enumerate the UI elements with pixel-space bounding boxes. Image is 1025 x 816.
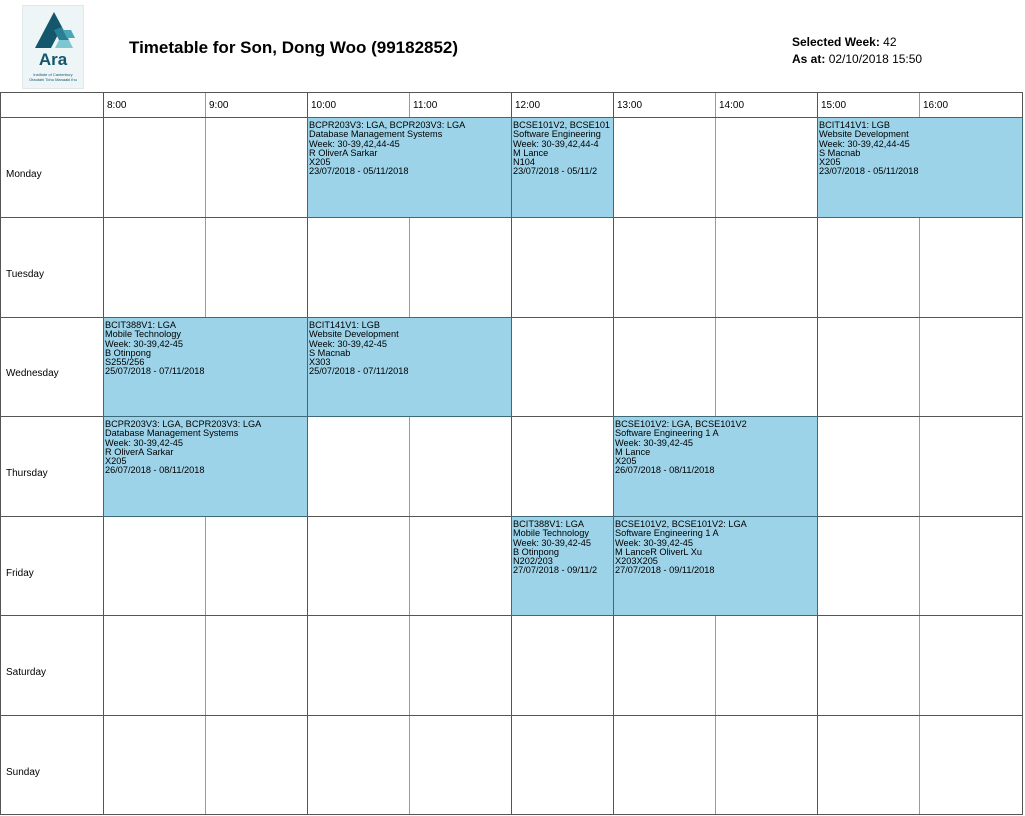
day-label: Thursday [6,468,48,479]
day-label: Tuesday [6,269,44,280]
session-block[interactable]: BCIT141V1: LGB Website Development Week: 3… [817,117,1023,218]
session-block[interactable]: BCPR203V3: LGA, BCPR203V3: LGA Database M… [307,117,512,218]
selected-week-label: Selected Week: [792,35,880,49]
selected-week-value: 42 [883,35,897,49]
session-block[interactable]: BCIT388V1: LGA Mobile Technology Week: 30-… [511,516,614,616]
time-header: 16:00 [923,100,949,111]
grid-line [1,814,1023,815]
time-header: 8:00 [107,100,127,111]
day-label: Monday [6,169,42,180]
ara-logo: Ara Institute of Canterbury Otautahi Tohu… [22,5,84,89]
time-header: 12:00 [515,100,541,111]
session-block[interactable]: BCIT141V1: LGB Website Development Week: 3… [307,317,512,417]
session-block[interactable]: BCPR203V3: LGA, BCPR203V3: LGA Database M… [103,416,308,517]
session-block[interactable]: BCSE101V2: LGA, BCSE101V2 Software Engine… [613,416,818,517]
time-header: 10:00 [311,100,337,111]
session-block[interactable]: BCSE101V2, BCSE101 Software Engineering We… [511,117,614,218]
grid-line [1,715,1023,716]
day-label: Friday [6,568,34,579]
time-header: 9:00 [209,100,229,111]
timetable-grid: 8:00 9:00 10:00 11:00 12:00 13:00 14:00 … [0,92,1023,815]
time-header: 13:00 [617,100,643,111]
time-header: 14:00 [719,100,745,111]
logo-subtitle: Institute of Canterbury Otautahi Tohu Man… [29,72,77,82]
page-title: Timetable for Son, Dong Woo (99182852) [129,38,459,57]
ara-triangle-icon [35,12,75,48]
day-label: Sunday [6,767,40,778]
session-block[interactable]: BCIT388V1: LGA Mobile Technology Week: 30-… [103,317,308,417]
time-header: 15:00 [821,100,847,111]
session-block[interactable]: BCSE101V2, BCSE101V2: LGA Software Engine… [613,516,818,616]
day-label: Saturday [6,667,47,678]
as-at-label: As at: [792,52,826,66]
as-at-value: 02/10/2018 15:50 [828,52,923,66]
as-at: As at: 02/10/2018 15:50 [792,52,922,66]
time-header: 11:00 [413,100,438,111]
day-label: Wednesday [6,368,59,379]
logo-wordmark: Ara [38,50,68,69]
selected-week: Selected Week: 42 [792,35,897,49]
